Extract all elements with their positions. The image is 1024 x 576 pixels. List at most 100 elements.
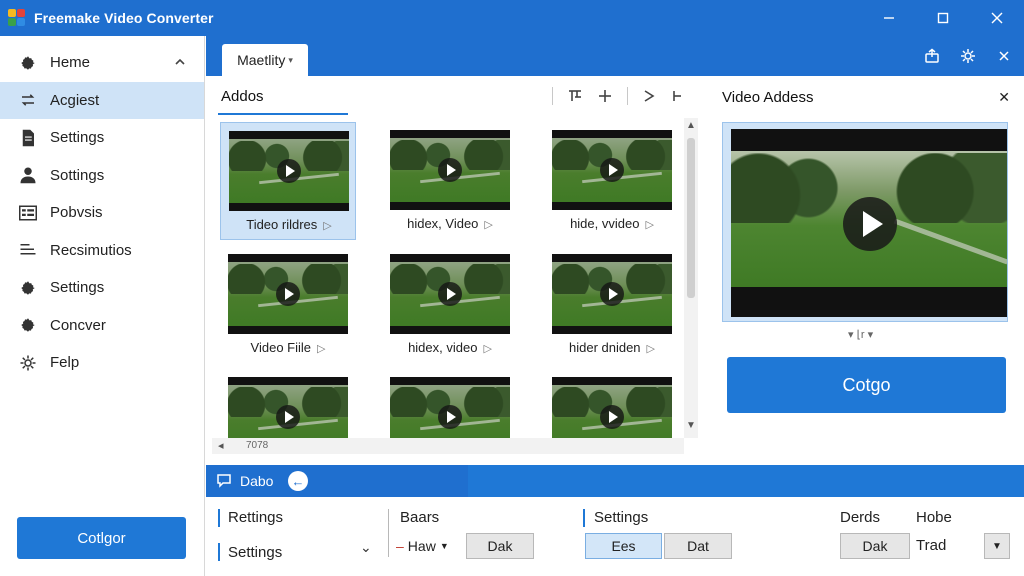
list-icon (18, 203, 38, 223)
bottom-col1-row2[interactable]: Settings (228, 544, 282, 561)
document-icon (18, 128, 38, 148)
bottom-col3-button-2[interactable]: Dat (664, 533, 732, 559)
divider (388, 509, 389, 557)
sidebar-item-label: Acgiest (50, 91, 100, 109)
bottom-col2-button[interactable]: Dak (466, 533, 534, 559)
video-thumbnail[interactable]: Video Fiile ▷ (220, 246, 356, 364)
video-thumbnail[interactable] (220, 369, 356, 440)
close-panel-icon[interactable] (994, 46, 1014, 66)
sidebar-item-help[interactable]: Felp (0, 344, 204, 382)
video-thumbnail[interactable] (382, 369, 518, 440)
filter-icon[interactable] (567, 88, 583, 104)
dropdown-arrow-button[interactable]: ▼ (984, 533, 1010, 559)
play-icon[interactable] (843, 197, 897, 251)
video-preview-image (390, 130, 510, 210)
sidebar-item-home[interactable]: Heme (0, 44, 204, 82)
play-icon[interactable] (277, 159, 301, 183)
video-thumbnail[interactable]: hidex, video ▷ (382, 246, 518, 364)
play-icon[interactable] (600, 158, 624, 182)
freemake-logo-icon (8, 9, 26, 27)
sidebar: Heme Acgiest Settings Sottings Pobvsis R… (0, 36, 205, 576)
play-icon[interactable] (438, 405, 462, 429)
maximize-icon (937, 12, 949, 24)
tab-main[interactable]: Maetlity ▾ (222, 44, 308, 76)
close-icon[interactable]: ✕ (998, 89, 1010, 106)
sidebar-item-label: Felp (50, 354, 80, 372)
video-thumbnail[interactable]: hidex, Video ▷ (382, 122, 518, 240)
back-icon[interactable]: ← (288, 471, 308, 491)
preview-convert-button[interactable]: Cotgo (727, 357, 1006, 413)
thumbnail-grid: Tideo rildres ▷ hidex, Video ▷ hide, vvide… (212, 118, 682, 440)
preview-frame (722, 122, 1008, 322)
video-thumbnail[interactable]: Tideo rildres ▷ (220, 122, 356, 240)
chevron-up-icon[interactable] (174, 56, 186, 68)
play-icon[interactable] (642, 89, 656, 103)
video-preview[interactable] (731, 129, 1007, 317)
bottom-col3-button-1[interactable]: Ees (585, 533, 662, 559)
close-button[interactable] (970, 0, 1024, 36)
gear-icon (18, 278, 38, 298)
files-panel-underline (218, 113, 348, 115)
video-preview-image (390, 377, 510, 440)
bottom-tab-label: Dabo (240, 473, 274, 489)
play-icon[interactable] (438, 282, 462, 306)
thumbnail-label: hidex, Video (407, 216, 479, 231)
scroll-left-icon[interactable]: ◂ (218, 439, 224, 452)
sidebar-item-user[interactable]: Sottings (0, 157, 204, 195)
video-preview-image (552, 254, 672, 334)
lines-icon (18, 240, 38, 260)
video-preview-image (228, 254, 348, 334)
gear-icon (18, 353, 38, 373)
chevron-down-icon[interactable]: ⌄ (360, 539, 372, 556)
bottom-col1-row1: Rettings (228, 509, 284, 526)
add-icon[interactable] (597, 88, 613, 104)
user-icon (18, 165, 38, 185)
files-panel-title: Addos (221, 88, 264, 105)
video-thumbnail[interactable] (544, 369, 680, 440)
play-triangle-icon: ▷ (483, 343, 492, 355)
play-icon[interactable] (438, 158, 462, 182)
vertical-scrollbar[interactable]: ▲ ▼ (684, 118, 698, 438)
video-thumbnail[interactable]: hide, vvideo ▷ (544, 122, 680, 240)
next-icon[interactable] (670, 89, 684, 103)
sidebar-item-label: Sottings (50, 166, 105, 184)
minimize-button[interactable] (862, 0, 916, 36)
bottom-col4-button[interactable]: Dak (840, 533, 910, 559)
sidebar-item-label: Heme (50, 54, 91, 72)
scroll-up-icon[interactable]: ▲ (686, 120, 696, 131)
divider (583, 509, 585, 527)
bottom-settings-panel: Rettings Settings ⌄ Baars – Haw ▼ Dak Se… (206, 497, 1024, 576)
video-preview-image (552, 130, 672, 210)
sidebar-item-label: Settings (50, 129, 105, 147)
toolbar-divider (627, 87, 628, 105)
play-icon[interactable] (276, 282, 300, 306)
sidebar-convert-button[interactable]: Cotlgor (17, 517, 186, 559)
horizontal-scrollbar[interactable]: ◂ 7078 (212, 438, 684, 454)
play-triangle-icon: ▷ (317, 343, 326, 355)
sidebar-item-settings-2[interactable]: Settings (0, 269, 204, 307)
divider (218, 509, 220, 527)
video-preview-image (228, 377, 348, 440)
maximize-button[interactable] (916, 0, 970, 36)
bottom-col2-dropdown[interactable]: – Haw ▼ (396, 538, 449, 554)
sidebar-item-list[interactable]: Pobvsis (0, 194, 204, 232)
sidebar-item-settings[interactable]: Settings (0, 119, 204, 157)
scroll-down-icon[interactable]: ▼ (686, 420, 696, 431)
files-toolbar (552, 87, 684, 105)
settings-icon[interactable] (958, 46, 978, 66)
play-icon[interactable] (600, 405, 624, 429)
sidebar-item-active[interactable]: Acgiest (0, 81, 204, 119)
play-triangle-icon: ▷ (646, 343, 656, 355)
play-icon[interactable] (600, 282, 624, 306)
gear-icon (18, 315, 38, 335)
sidebar-item-lines[interactable]: Recsimutios (0, 232, 204, 270)
play-icon[interactable] (276, 405, 300, 429)
scrollbar-thumb[interactable] (687, 138, 695, 298)
bottom-tab[interactable]: Dabo (206, 465, 468, 497)
share-icon[interactable] (922, 46, 942, 66)
close-icon (991, 12, 1003, 24)
video-thumbnail[interactable]: hider dniden ▷ (544, 246, 680, 364)
sidebar-item-convert[interactable]: Concver (0, 307, 204, 345)
sidebar-item-label: Recsimutios (50, 241, 132, 259)
files-panel-header: Addos (206, 77, 706, 117)
